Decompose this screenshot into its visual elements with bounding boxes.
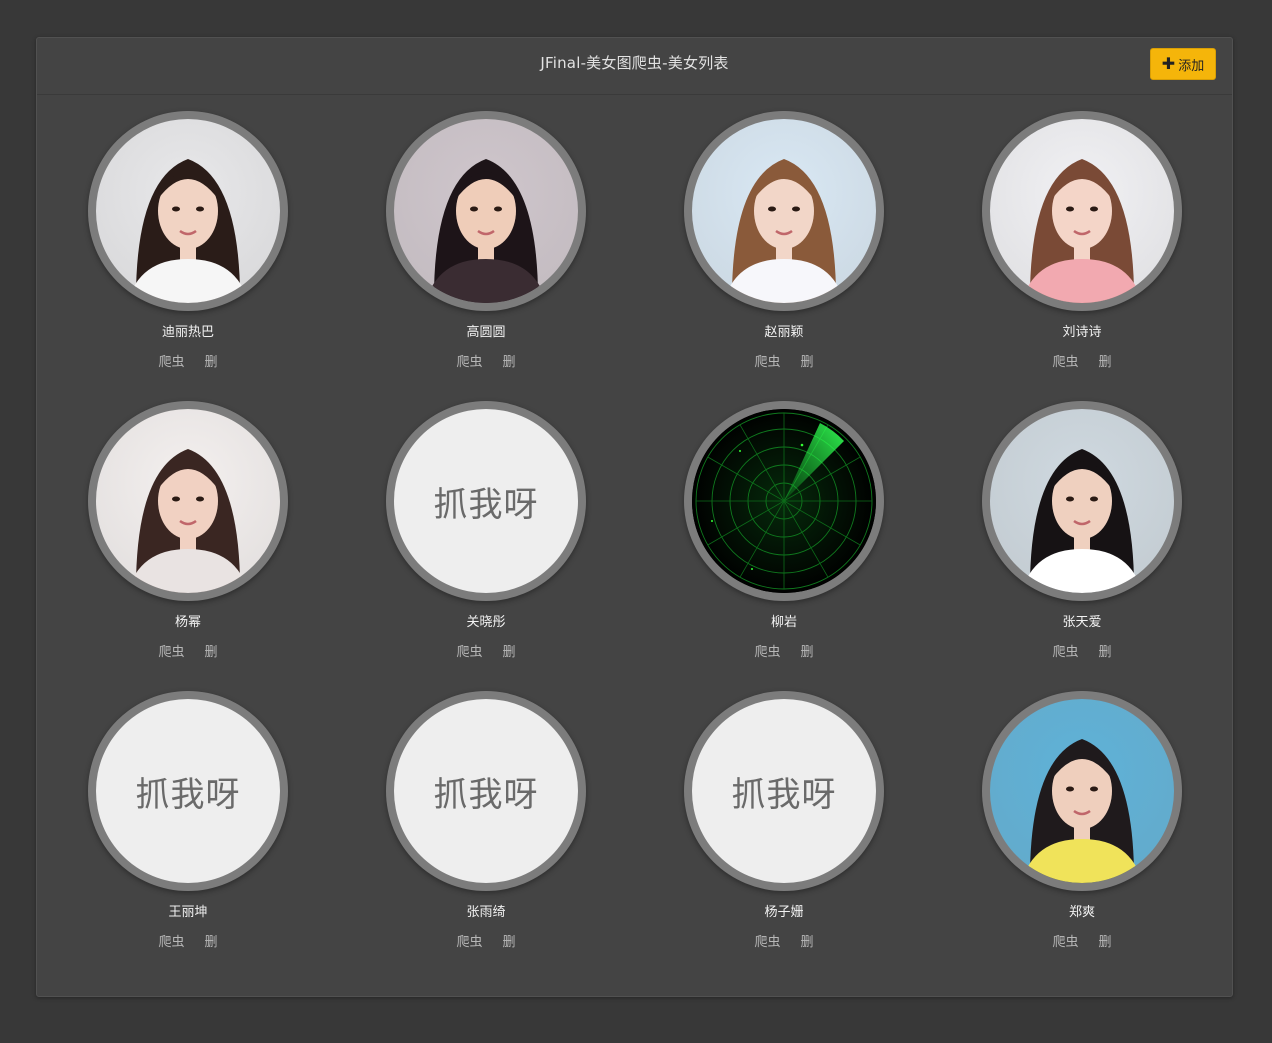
avatar-placeholder: 抓我呀 (96, 699, 280, 883)
crawl-link[interactable]: 爬虫 (1052, 641, 1078, 660)
card-actions: 爬虫 删 (674, 351, 894, 370)
person-card: 张天爱爬虫 删 (972, 401, 1192, 660)
avatar-photo (96, 119, 280, 303)
avatar[interactable] (982, 401, 1182, 601)
avatar-photo (692, 119, 876, 303)
card-actions: 爬虫 删 (376, 351, 596, 370)
avatar[interactable] (982, 691, 1182, 891)
delete-link[interactable]: 删 (1099, 641, 1112, 660)
crawl-link[interactable]: 爬虫 (456, 351, 482, 370)
avatar[interactable] (684, 401, 884, 601)
person-card: 赵丽颖爬虫 删 (674, 111, 894, 370)
person-name: 张雨绮 (466, 905, 506, 920)
avatar-photo (394, 119, 578, 303)
avatar[interactable] (88, 111, 288, 311)
person-card: 抓我呀杨子姗爬虫 删 (674, 691, 894, 950)
delete-link[interactable]: 删 (503, 641, 516, 660)
crawl-link[interactable]: 爬虫 (158, 931, 184, 950)
card-actions: 爬虫 删 (376, 931, 596, 950)
card-actions: 爬虫 删 (78, 641, 298, 660)
person-name: 赵丽颖 (764, 325, 804, 340)
avatar[interactable]: 抓我呀 (386, 691, 586, 891)
person-name: 高圆圆 (466, 325, 506, 340)
main-panel: JFinal-美女图爬虫-美女列表 ✚ 添加 迪丽热巴 爬虫删 高圆圆 爬虫 删… (36, 37, 1233, 997)
person-name: 郑爽 (1068, 905, 1095, 920)
crawl-link[interactable]: 爬虫 (754, 351, 780, 370)
avatar-photo (96, 409, 280, 593)
avatar[interactable] (684, 111, 884, 311)
person-card: 抓我呀关晓彤爬虫 删 (376, 401, 596, 660)
person-card: 抓我呀张雨绮爬虫 删 (376, 691, 596, 950)
person-card: 刘诗诗爬虫 删 (972, 111, 1192, 370)
crawl-link[interactable]: 爬虫 (1052, 351, 1078, 370)
person-name: 杨子姗 (764, 905, 804, 920)
avatar[interactable] (982, 111, 1182, 311)
card-actions: 爬虫 删 (972, 931, 1192, 950)
card-actions: 爬虫 删 (78, 931, 298, 950)
crawl-link[interactable]: 爬虫 (456, 931, 482, 950)
person-name: 关晓彤 (466, 615, 506, 630)
person-card: 抓我呀王丽坤爬虫 删 (78, 691, 298, 950)
delete-link[interactable]: 删 (503, 351, 516, 370)
card-actions: 爬虫 删 (972, 351, 1192, 370)
person-name: 柳岩 (770, 615, 797, 630)
person-name: 迪丽热巴 (161, 325, 214, 340)
person-card: 杨幂爬虫 删 (78, 401, 298, 660)
person-card: 柳岩爬虫 删 (674, 401, 894, 660)
delete-link[interactable]: 删 (801, 641, 814, 660)
delete-link[interactable]: 删 (801, 351, 814, 370)
avatar-placeholder: 抓我呀 (692, 699, 876, 883)
avatar-placeholder: 抓我呀 (394, 409, 578, 593)
avatar-placeholder: 抓我呀 (394, 699, 578, 883)
delete-link[interactable]: 删 (1099, 931, 1112, 950)
avatar-photo (990, 119, 1174, 303)
delete-link[interactable]: 删 (503, 931, 516, 950)
crawl-link[interactable]: 爬虫 (158, 351, 184, 370)
person-card: 高圆圆爬虫 删 (376, 111, 596, 370)
delete-link[interactable]: 删 (205, 351, 218, 370)
avatar[interactable]: 抓我呀 (684, 691, 884, 891)
crawl-link[interactable]: 爬虫 (158, 641, 184, 660)
delete-link[interactable]: 删 (205, 931, 218, 950)
delete-link[interactable]: 删 (801, 931, 814, 950)
avatar[interactable] (386, 111, 586, 311)
avatar[interactable]: 抓我呀 (88, 691, 288, 891)
card-grid: 迪丽热巴 爬虫删 高圆圆 爬虫删 赵丽颖 爬虫 删 刘诗诗 爬虫 删 杨幂 爬虫… (37, 38, 1232, 996)
card-actions: 爬虫 删 (78, 351, 298, 370)
delete-link[interactable]: 删 (205, 641, 218, 660)
crawl-link[interactable]: 爬虫 (456, 641, 482, 660)
person-name: 张天爱 (1062, 615, 1102, 630)
crawl-link[interactable]: 爬虫 (754, 641, 780, 660)
person-card: 迪丽热巴爬虫 删 (78, 111, 298, 370)
avatar-photo (990, 699, 1174, 883)
crawl-link[interactable]: 爬虫 (754, 931, 780, 950)
crawl-link[interactable]: 爬虫 (1052, 931, 1078, 950)
card-actions: 爬虫 删 (674, 641, 894, 660)
delete-link[interactable]: 删 (1099, 351, 1112, 370)
avatar[interactable] (88, 401, 288, 601)
card-actions: 爬虫 删 (972, 641, 1192, 660)
person-name: 杨幂 (174, 615, 201, 630)
avatar[interactable]: 抓我呀 (386, 401, 586, 601)
avatar-photo (990, 409, 1174, 593)
card-actions: 爬虫 删 (376, 641, 596, 660)
radar-icon (692, 409, 876, 593)
person-name: 刘诗诗 (1062, 325, 1102, 340)
person-name: 王丽坤 (168, 905, 208, 920)
card-actions: 爬虫 删 (674, 931, 894, 950)
person-card: 郑爽爬虫 删 (972, 691, 1192, 950)
